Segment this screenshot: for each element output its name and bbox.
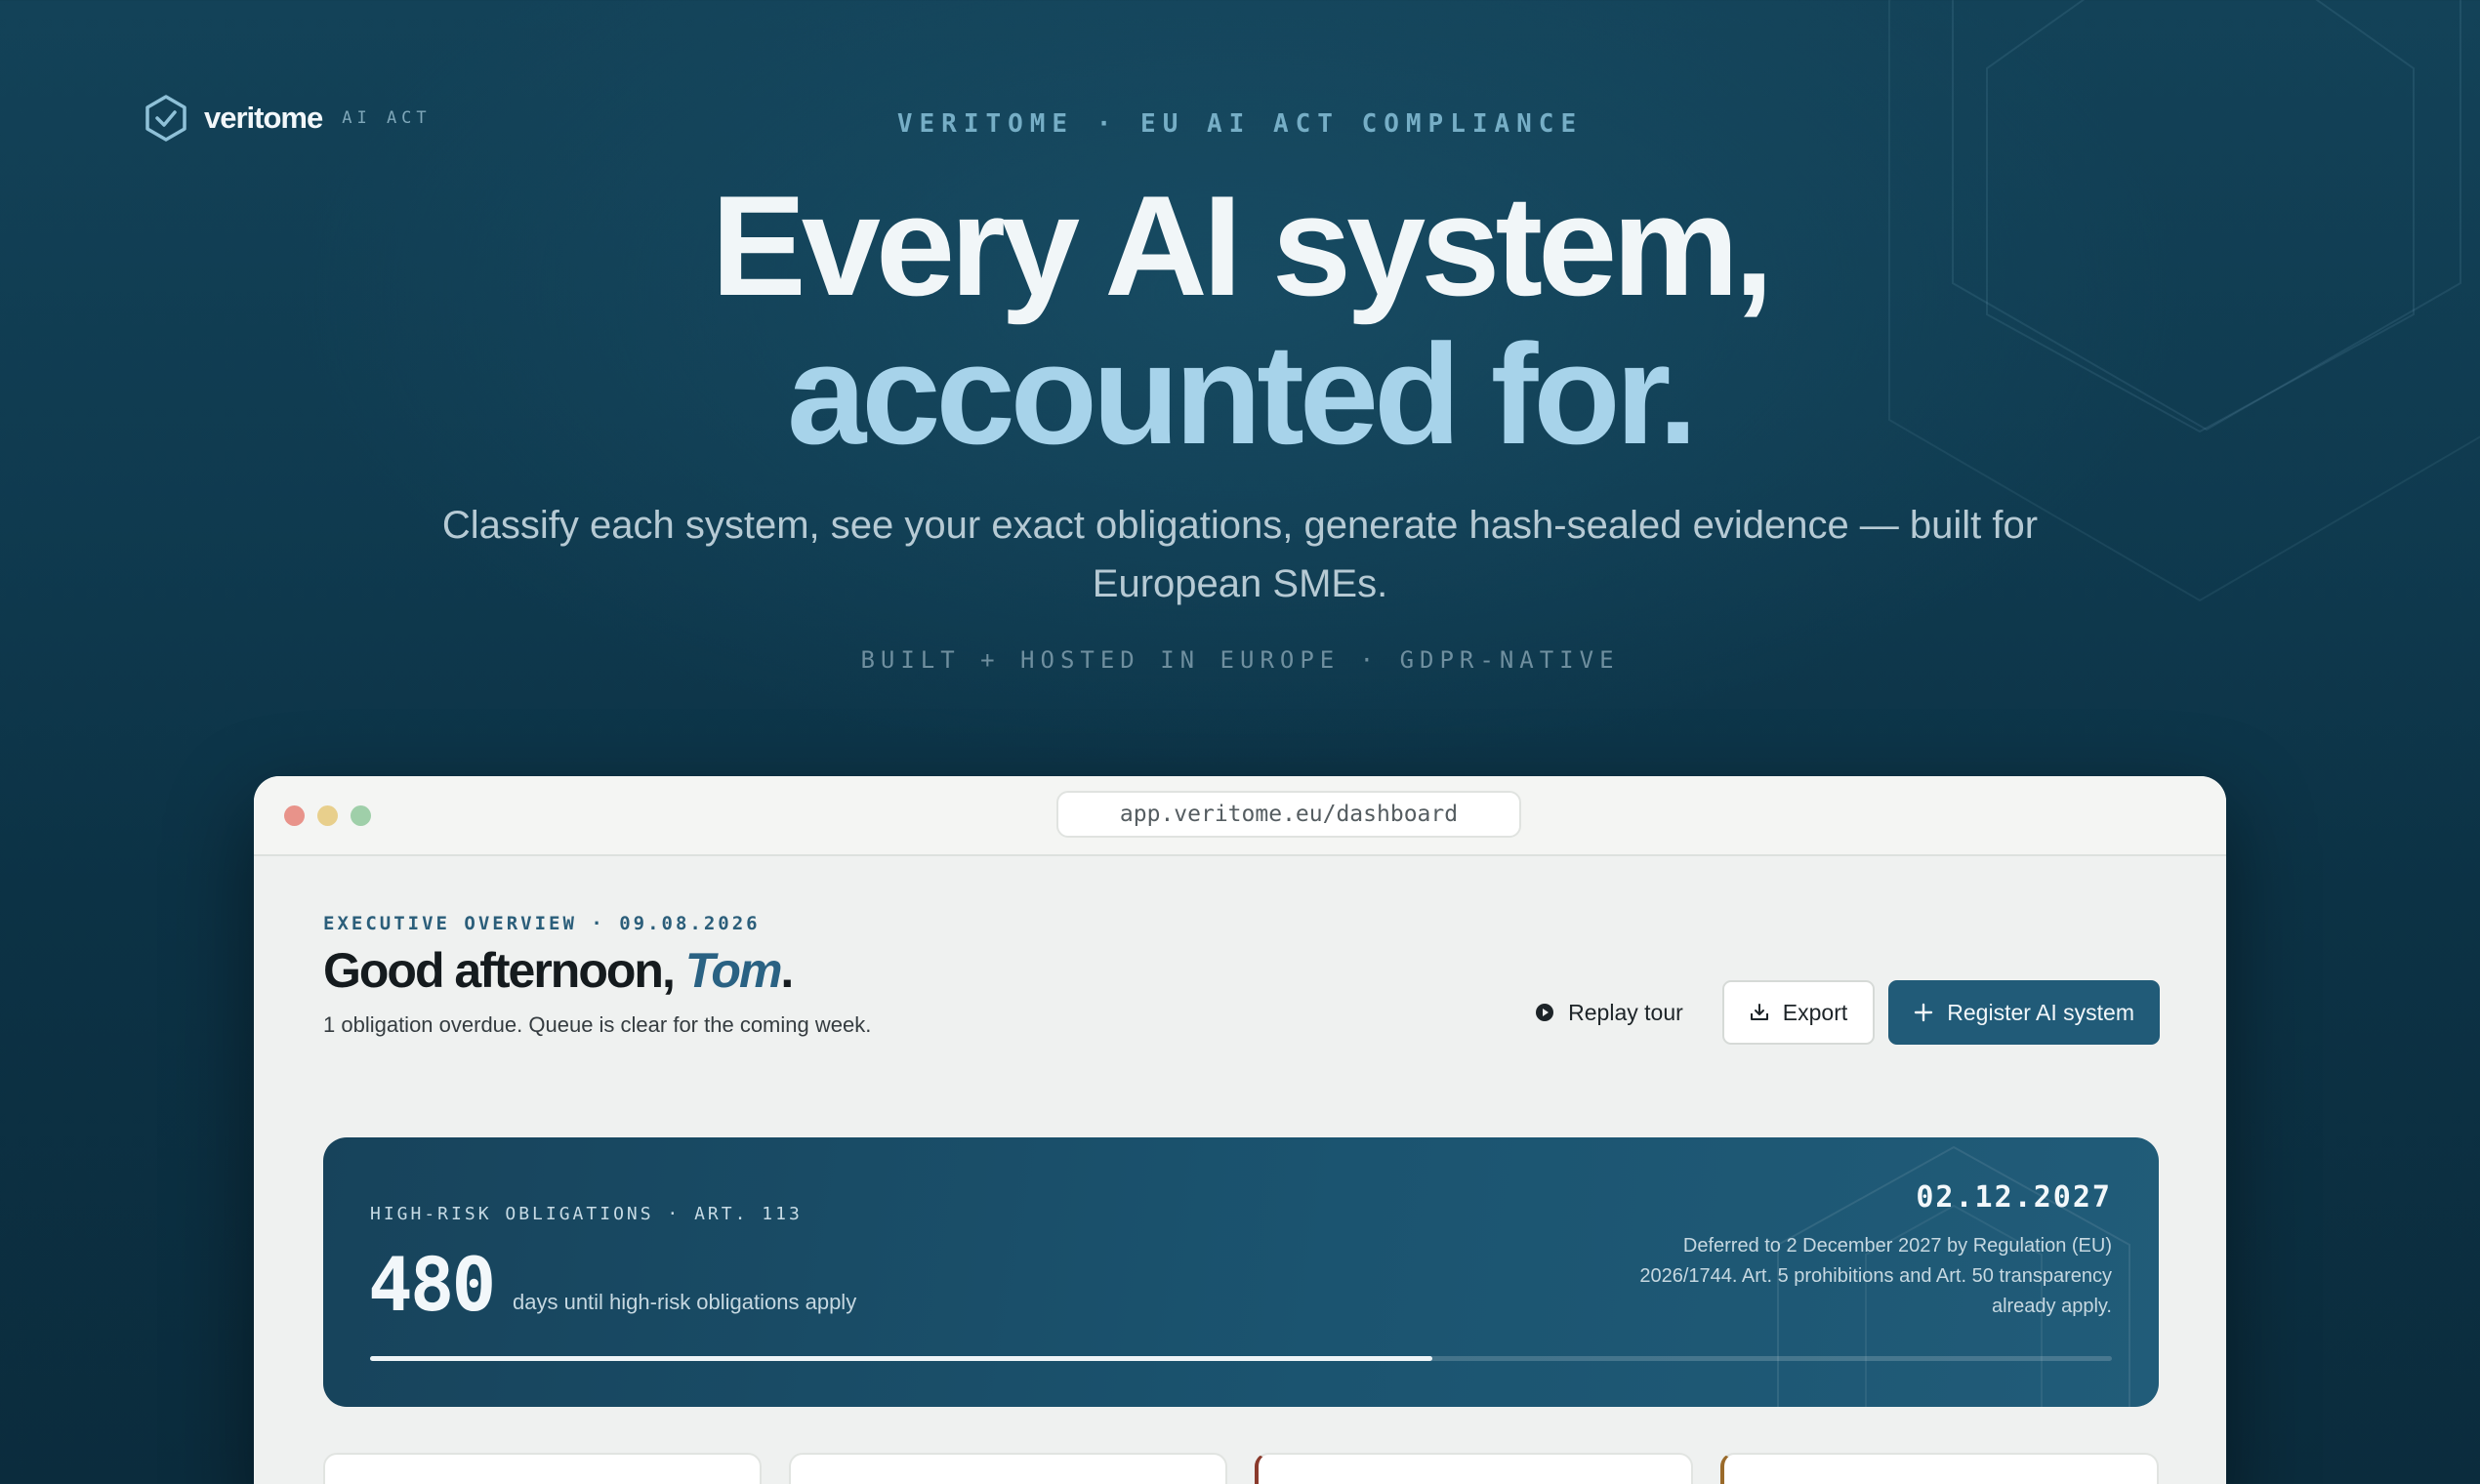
browser-window: app.veritome.eu/dashboard EXECUTIVE OVER… bbox=[254, 776, 2226, 1484]
hero-eyebrow: VERITOME · EU AI ACT COMPLIANCE bbox=[896, 109, 1584, 139]
hero-title-line2: accounted for. bbox=[787, 314, 1698, 474]
plus-icon bbox=[1915, 1003, 1933, 1022]
days-remaining-label: days until high-risk obligations apply bbox=[513, 1290, 857, 1314]
window-close-dot[interactable] bbox=[284, 805, 305, 826]
play-circle-icon bbox=[1536, 1004, 1554, 1021]
stat-card[interactable] bbox=[789, 1453, 1227, 1484]
replay-tour-button[interactable]: Replay tour bbox=[1509, 980, 1709, 1045]
greeting-heading: Good afternoon, Tom. bbox=[323, 942, 794, 999]
replay-tour-label: Replay tour bbox=[1568, 999, 1683, 1025]
deadline-note: Deferred to 2 December 2027 by Regulatio… bbox=[1639, 1235, 2112, 1317]
stat-card-warning[interactable] bbox=[1720, 1453, 2159, 1484]
deadline-progress-track bbox=[370, 1356, 2112, 1361]
greeting-prefix: Good afternoon, bbox=[323, 943, 685, 998]
deadline-progress-fill bbox=[370, 1356, 1433, 1361]
dashboard-eyebrow: EXECUTIVE OVERVIEW · 09.08.2026 bbox=[323, 913, 761, 934]
deadline-date: 02.12.2027 bbox=[1916, 1180, 2112, 1215]
export-label: Export bbox=[1782, 999, 1848, 1025]
dashboard-status: 1 obligation overdue. Queue is clear for… bbox=[323, 1012, 872, 1037]
greeting-suffix: . bbox=[780, 943, 794, 998]
address-bar[interactable]: app.veritome.eu/dashboard bbox=[1056, 791, 1521, 838]
hero-subtitle: Classify each system, see your exact obl… bbox=[441, 504, 2039, 605]
deadline-label: HIGH-RISK OBLIGATIONS · ART. 113 bbox=[370, 1204, 803, 1224]
deadline-card: HIGH-RISK OBLIGATIONS · ART. 113 480 day… bbox=[323, 1137, 2159, 1407]
days-remaining: 480 bbox=[368, 1241, 496, 1328]
window-maximize-dot[interactable] bbox=[351, 805, 371, 826]
export-button[interactable]: Export bbox=[1721, 980, 1876, 1045]
greeting-name: Tom bbox=[684, 943, 783, 998]
dashboard-actions: Replay tour Export Register AI system bbox=[1509, 980, 2160, 1045]
stat-card-overdue[interactable] bbox=[1255, 1453, 1693, 1484]
browser-toolbar: app.veritome.eu/dashboard bbox=[254, 776, 2226, 856]
hero-title-line1: Every AI system, bbox=[711, 166, 1773, 325]
download-tray-icon bbox=[1750, 1004, 1768, 1020]
register-ai-system-button[interactable]: Register AI system bbox=[1888, 980, 2160, 1045]
register-ai-system-label: Register AI system bbox=[1947, 999, 2134, 1025]
hero-title: Every AI system, accounted for. bbox=[0, 172, 2480, 469]
stat-card[interactable] bbox=[323, 1453, 762, 1484]
window-minimize-dot[interactable] bbox=[317, 805, 338, 826]
hero-meta: BUILT + HOSTED IN EUROPE · GDPR-NATIVE bbox=[860, 646, 1620, 674]
